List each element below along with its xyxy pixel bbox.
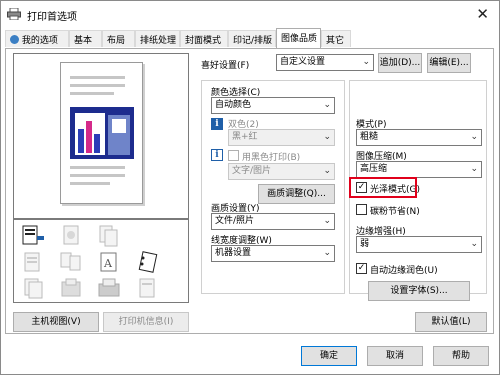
line-width-value: 机器设置 [215, 248, 252, 258]
info-icon: i [211, 149, 223, 161]
paper-tray-icon[interactable] [20, 224, 46, 248]
favorite-settings-label: 喜好设置(F) [201, 61, 250, 71]
booklet-icon [24, 252, 40, 272]
tab-label: 图像品质 [281, 34, 318, 44]
font-icon: A [100, 252, 117, 272]
main-view-button[interactable]: 主机视图(V) [13, 312, 99, 332]
compression-select[interactable]: 高压缩 ⌄ [356, 161, 482, 178]
edge-enhance-value: 弱 [360, 239, 370, 249]
ok-button[interactable]: 确定 [301, 346, 357, 366]
favorite-settings-value: 自定义设置 [280, 57, 326, 67]
close-icon[interactable]: ✕ [476, 5, 489, 23]
toner-save-label: 碳粉节省(N) [370, 207, 420, 217]
mode-value: 粗糙 [360, 132, 379, 142]
tab-basic[interactable]: 基本 [69, 30, 102, 47]
chevron-down-icon: ⌄ [470, 239, 478, 249]
black-print-label: 用黑色打印(B) [242, 153, 301, 163]
title-bar: 打印首选项 ✕ [1, 1, 499, 29]
info-icon: i [211, 118, 223, 130]
color-select-value: 自动颜色 [215, 100, 252, 110]
black-print-select: 文字/图片 ⌄ [228, 163, 335, 180]
finisher-icon [98, 278, 120, 297]
chevron-down-icon: ⌄ [362, 57, 370, 67]
duplex-icon [63, 225, 79, 245]
add-favorite-button[interactable]: 追加(D)... [378, 53, 422, 73]
layout-icon [60, 252, 81, 271]
compression-value: 高压缩 [360, 164, 388, 174]
image-quality-value: 文件/照片 [215, 216, 255, 226]
cancel-button[interactable]: 取消 [367, 346, 423, 366]
dual-color-value: 黑+红 [232, 132, 258, 142]
tab-image-quality[interactable]: 图像品质 [276, 28, 321, 48]
tab-layout[interactable]: 布局 [102, 30, 135, 47]
color-select[interactable]: 自动颜色 ⌄ [211, 97, 335, 114]
chevron-down-icon: ⌄ [323, 166, 331, 176]
help-button[interactable]: 帮助 [433, 346, 489, 366]
tab-label: 印记/排版 [233, 36, 273, 46]
font-settings-button[interactable]: 设置字体(S)... [368, 281, 470, 301]
tab-label: 基本 [74, 36, 93, 46]
chevron-down-icon: ⌄ [470, 132, 478, 142]
tab-label: 布局 [107, 36, 126, 46]
black-print-checkbox [228, 150, 239, 161]
auto-trap-checkbox[interactable]: ✓ [356, 263, 367, 274]
staple-icon [99, 225, 118, 247]
tab-label: 排纸处理 [140, 36, 177, 46]
window-title: 打印首选项 [27, 12, 77, 23]
edge-enhance-select[interactable]: 弱 ⌄ [356, 236, 482, 253]
quality-adjust-button[interactable]: 画质调整(Q)... [258, 184, 335, 204]
preview-page [60, 62, 143, 204]
tab-label: 其它 [326, 36, 345, 46]
tab-label: 我的选项 [21, 36, 58, 46]
chevron-down-icon: ⌄ [323, 132, 331, 142]
printer-icon [7, 8, 21, 20]
highlight-box [349, 177, 417, 198]
copies-icon [24, 278, 43, 299]
image-quality-select[interactable]: 文件/照片 ⌄ [211, 213, 335, 230]
toner-save-checkbox[interactable] [356, 204, 367, 215]
cover-icon [61, 278, 81, 297]
tab-stamp-composition[interactable]: 印记/排版 [228, 30, 276, 47]
default-button[interactable]: 默认值(L) [415, 312, 487, 332]
chevron-down-icon: ⌄ [323, 216, 331, 226]
punch-icon[interactable] [134, 250, 160, 274]
chevron-down-icon: ⌄ [323, 248, 331, 258]
tab-paper-handling[interactable]: 排纸处理 [135, 30, 180, 47]
line-width-select[interactable]: 机器设置 ⌄ [211, 245, 335, 262]
favorite-settings-select[interactable]: 自定义设置 ⌄ [276, 54, 374, 71]
mode-select[interactable]: 粗糙 ⌄ [356, 129, 482, 146]
color-chart-icon [70, 107, 134, 159]
feature-icons-panel: A [13, 219, 189, 303]
edit-favorite-button[interactable]: 编辑(E)... [427, 53, 471, 73]
chevron-down-icon: ⌄ [470, 164, 478, 174]
auto-trap-label: 自动边缘润色(U) [370, 266, 438, 276]
tab-other[interactable]: 其它 [321, 30, 351, 47]
svg-text:A: A [103, 257, 113, 270]
black-print-value: 文字/图片 [232, 166, 272, 176]
chevron-down-icon: ⌄ [323, 100, 331, 110]
tab-cover-mode[interactable]: 封面模式 [180, 30, 228, 47]
fold-icon [139, 278, 155, 298]
print-preview [13, 53, 189, 219]
tab-label: 封面模式 [185, 36, 222, 46]
printer-info-button: 打印机信息(I) [103, 312, 189, 332]
dual-color-select: 黑+红 ⌄ [228, 129, 335, 146]
tab-my-options[interactable]: 我的选项 [5, 30, 69, 47]
print-preferences-window: 打印首选项 ✕ 我的选项 基本 布局 排纸处理 封面模式 印记/排版 图像品质 … [0, 0, 500, 375]
user-icon [10, 35, 19, 44]
